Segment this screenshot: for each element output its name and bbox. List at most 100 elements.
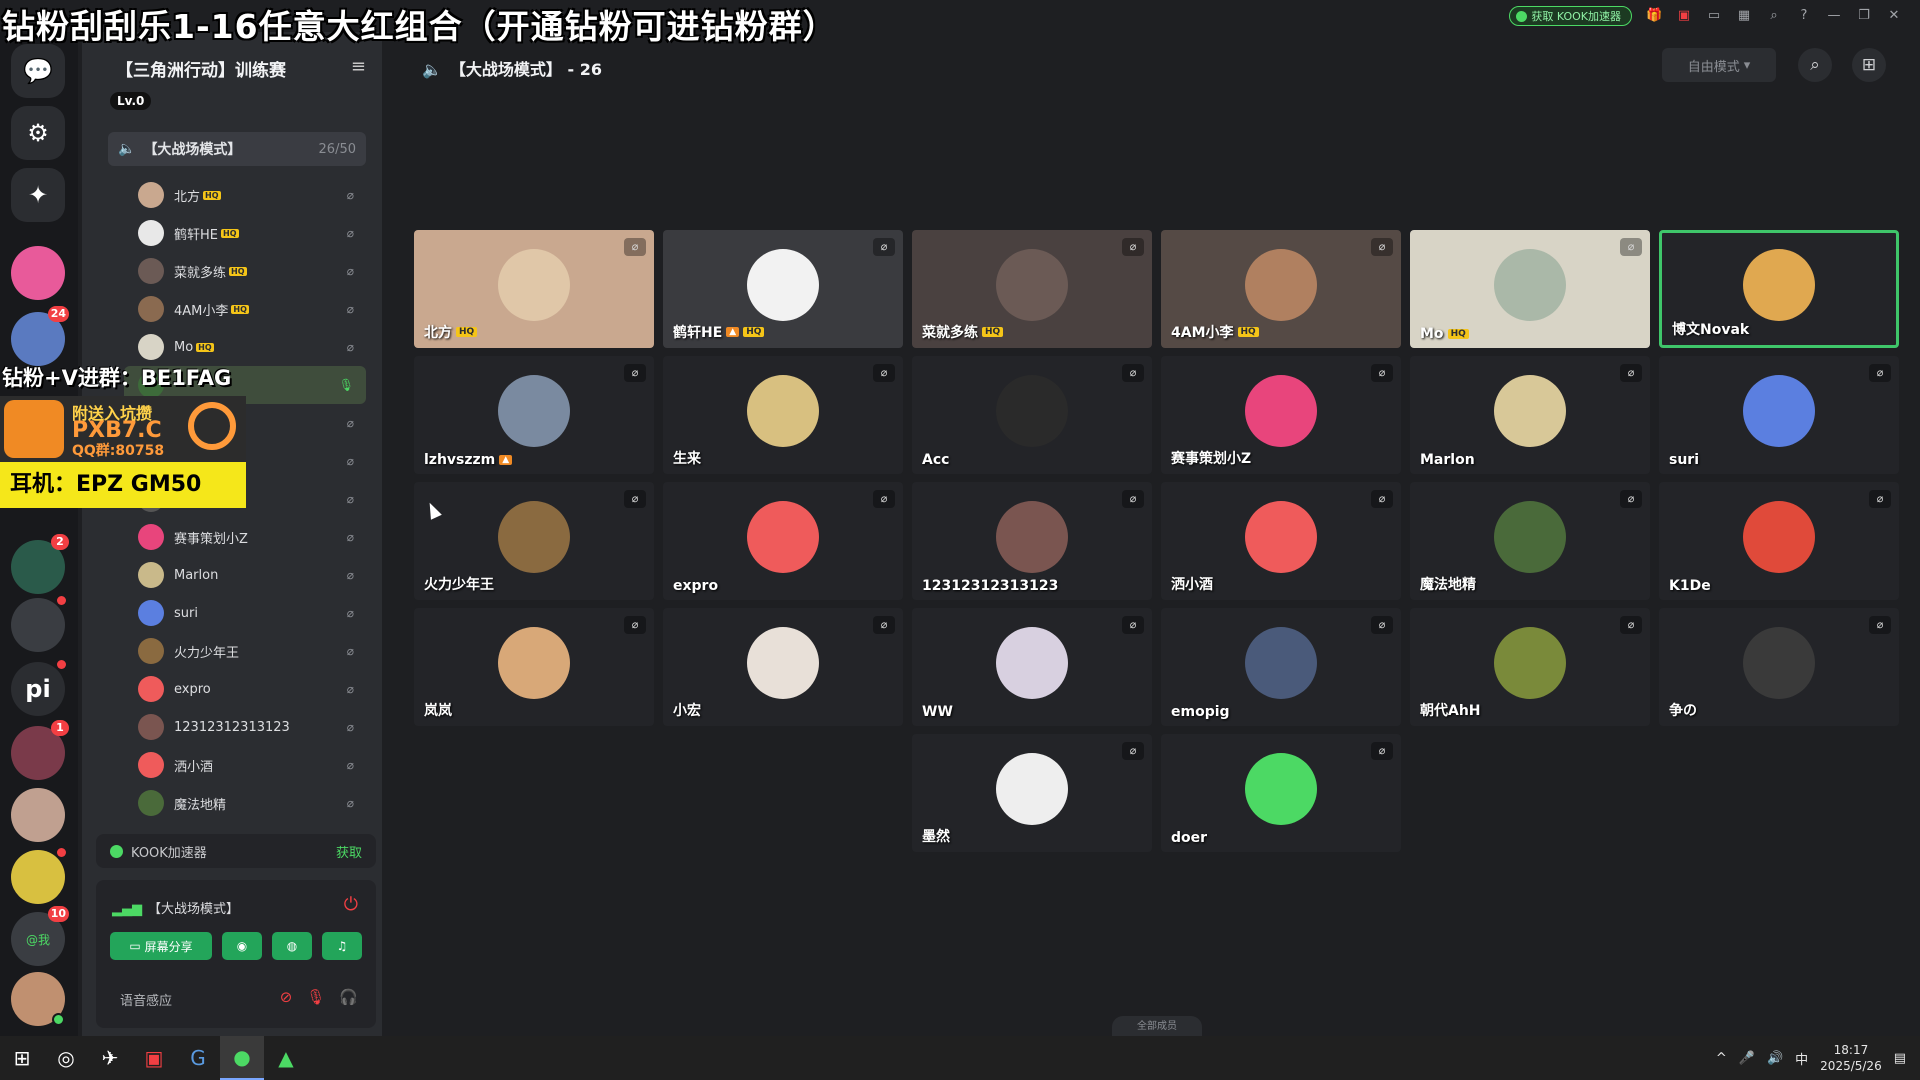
voice-channel-row[interactable]: 🔈 【大战场模式】 26/50: [108, 132, 366, 166]
member-tile[interactable]: ⌀ 12312312313123: [912, 482, 1152, 600]
mic-muted-icon[interactable]: 🎙: [306, 988, 325, 1006]
sidebar-member-row[interactable]: suri ⌀: [138, 594, 366, 632]
user-avatar[interactable]: [11, 972, 65, 1026]
accelerator-row[interactable]: KOOK加速器 获取: [96, 834, 376, 868]
taskbar-app-g[interactable]: G: [176, 1036, 220, 1080]
taskbar-app-1[interactable]: ◎: [44, 1036, 88, 1080]
member-tile[interactable]: ⌀ Mo HQ: [1410, 230, 1650, 348]
microphone-icon[interactable]: 🎤: [1739, 1051, 1755, 1066]
sidebar-member-row[interactable]: 北方 HQ ⌀: [138, 176, 366, 214]
member-tile[interactable]: ⌀ 小宏: [663, 608, 903, 726]
server-icon-8[interactable]: 2: [11, 534, 69, 594]
camera-off-icon[interactable]: ⊘: [280, 988, 293, 1006]
record-button[interactable]: ◉: [222, 932, 262, 960]
member-tile[interactable]: ⌀ emopig: [1161, 608, 1401, 726]
member-tile[interactable]: ⌀ lzhvszzm ▲: [414, 356, 654, 474]
member-tile[interactable]: ⌀ 菜就多练 HQ: [912, 230, 1152, 348]
member-tile[interactable]: ⌀ 岚岚: [414, 608, 654, 726]
main-search-button[interactable]: ⌕: [1798, 48, 1832, 82]
shop-icon[interactable]: ▣: [1676, 8, 1692, 24]
avatar: [1743, 249, 1815, 321]
member-tile[interactable]: ⌀ 洒小酒: [1161, 482, 1401, 600]
settings-server-button[interactable]: ⚙: [11, 106, 65, 160]
level-badge-icon: ▲: [499, 455, 513, 465]
server-name[interactable]: 【三角洲行动】训练赛: [116, 56, 286, 81]
member-tile[interactable]: ⌀ 火力少年王: [414, 482, 654, 600]
member-tile[interactable]: ⌀ Acc: [912, 356, 1152, 474]
member-tile[interactable]: ⌀ 朝代AhH: [1410, 608, 1650, 726]
screen-share-button[interactable]: ▭ 屏幕分享: [110, 932, 212, 960]
member-tile[interactable]: 博文Novak: [1659, 230, 1899, 348]
disconnect-icon[interactable]: ⏻: [344, 894, 358, 915]
member-tile[interactable]: ⌀ Marlon: [1410, 356, 1650, 474]
mic-muted-icon: ⌀: [346, 492, 354, 506]
search-icon[interactable]: ⌕: [1766, 8, 1782, 24]
gift-icon[interactable]: 🎁: [1646, 8, 1662, 24]
avatar: [747, 375, 819, 447]
member-tile[interactable]: ⌀ 生来: [663, 356, 903, 474]
sidebar-member-row[interactable]: 鹤轩HE HQ ⌀: [138, 214, 366, 252]
sidebar-member-row[interactable]: 魔法地精 ⌀: [138, 784, 366, 822]
sidebar-member-row[interactable]: 洒小酒 ⌀: [138, 746, 366, 784]
sidebar-member-row[interactable]: Marlon ⌀: [138, 556, 366, 594]
server-icon-13[interactable]: [11, 788, 65, 842]
all-members-toggle[interactable]: 全部成员: [1112, 1016, 1202, 1038]
member-tile[interactable]: ⌀ WW: [912, 608, 1152, 726]
server-icon-pi[interactable]: pi: [11, 660, 66, 716]
minimize-icon[interactable]: —: [1826, 8, 1842, 24]
chevron-up-icon[interactable]: ^: [1716, 1051, 1727, 1066]
server-icon-hcmz[interactable]: [11, 246, 65, 300]
sidebar-member-row[interactable]: expro ⌀: [138, 670, 366, 708]
sidebar-member-row[interactable]: 4AM小李 HQ ⌀: [138, 290, 366, 328]
window-icon[interactable]: ▦: [1736, 8, 1752, 24]
taskbar-app-delta[interactable]: ▲: [264, 1036, 308, 1080]
sidebar-member-row[interactable]: 赛事策划小Z ⌀: [138, 518, 366, 556]
member-tile[interactable]: ⌀ 鹤轩HE ▲ HQ: [663, 230, 903, 348]
layout-button[interactable]: ⊞: [1852, 48, 1886, 82]
accelerator-get-link[interactable]: 获取: [336, 842, 362, 861]
mentions-button[interactable]: @我 10: [11, 906, 69, 966]
mic-muted-icon: ⌀: [346, 606, 354, 620]
sidebar-member-row[interactable]: Mo HQ ⌀: [138, 328, 366, 366]
menu-icon[interactable]: ≡: [351, 56, 366, 77]
taskbar-app-kook[interactable]: ●: [220, 1036, 264, 1080]
avatar: [1245, 501, 1317, 573]
server-icon-9[interactable]: [11, 596, 66, 652]
windows-start-icon[interactable]: ⊞: [0, 1036, 44, 1080]
headphones-icon[interactable]: 🎧: [339, 988, 358, 1006]
help-icon[interactable]: ?: [1796, 8, 1812, 24]
member-tile[interactable]: ⌀ 墨然: [912, 734, 1152, 852]
server-icon-14[interactable]: [11, 848, 66, 904]
sidebar-member-row[interactable]: 火力少年王 ⌀: [138, 632, 366, 670]
member-tile[interactable]: ⌀ 北方 HQ: [414, 230, 654, 348]
member-tile[interactable]: ⌀ 赛事策划小Z: [1161, 356, 1401, 474]
member-tile[interactable]: ⌀ 魔法地精: [1410, 482, 1650, 600]
get-accelerator-button[interactable]: 获取 KOOK加速器: [1509, 6, 1632, 26]
server-icon-5[interactable]: 24: [11, 306, 69, 366]
member-tile[interactable]: ⌀ 4AM小李 HQ: [1161, 230, 1401, 348]
close-icon[interactable]: ✕: [1886, 8, 1902, 24]
sidebar-member-row[interactable]: 12312312313123 ⌀: [138, 708, 366, 746]
taskbar-app-voicemeeter[interactable]: ▣: [132, 1036, 176, 1080]
notification-icon[interactable]: ▤: [1894, 1051, 1906, 1066]
member-tile[interactable]: ⌀ doer: [1161, 734, 1401, 852]
ime-indicator[interactable]: 中: [1795, 1049, 1808, 1068]
member-tile[interactable]: ⌀ expro: [663, 482, 903, 600]
level-badge-icon: ▲: [726, 327, 740, 337]
folder-icon[interactable]: ▭: [1706, 8, 1722, 24]
mode-dropdown[interactable]: 自由模式 ▾: [1662, 48, 1776, 82]
music-button[interactable]: ♫: [322, 932, 362, 960]
restore-icon[interactable]: ❐: [1856, 8, 1872, 24]
direct-messages-button[interactable]: 💬: [11, 44, 65, 98]
mic-muted-icon: ⌀: [1869, 616, 1891, 634]
sidebar-member-row[interactable]: 菜就多练 HQ ⌀: [138, 252, 366, 290]
soundboard-button[interactable]: ◍: [272, 932, 312, 960]
server-icon-12[interactable]: 1: [11, 720, 69, 780]
member-tile[interactable]: ⌀ 争の: [1659, 608, 1899, 726]
clock[interactable]: 18:17 2025/5/26: [1820, 1042, 1882, 1074]
taskbar-app-2[interactable]: ✈: [88, 1036, 132, 1080]
volume-icon[interactable]: 🔊: [1767, 1051, 1783, 1066]
member-tile[interactable]: ⌀ suri: [1659, 356, 1899, 474]
discover-button[interactable]: ✦: [11, 168, 65, 222]
member-tile[interactable]: ⌀ K1De: [1659, 482, 1899, 600]
